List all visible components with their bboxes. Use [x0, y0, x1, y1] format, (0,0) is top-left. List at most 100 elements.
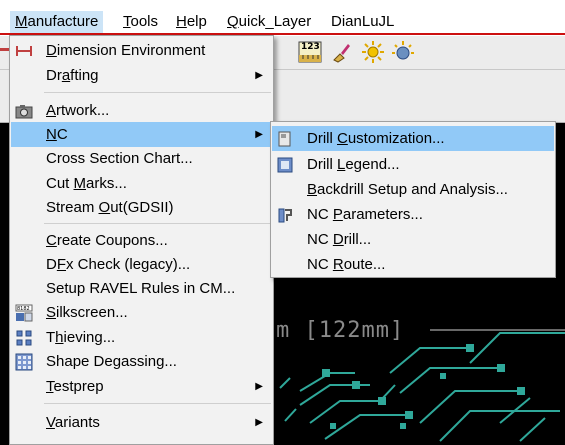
label-post: oute... [343, 256, 386, 273]
label-pre: D [46, 256, 57, 273]
menu-item-testprep[interactable]: Testprep ▶ [11, 374, 272, 399]
label-pre: Cross Section Chart... [46, 150, 193, 167]
label-pre: Cut [46, 175, 74, 192]
label-pre: Stream [46, 199, 99, 216]
menu-item-dfx-check[interactable]: DFx Check (legacy)... [11, 252, 272, 277]
label-mnemonic: D [46, 42, 57, 59]
menu-item-thieving[interactable]: Thieving... [11, 325, 272, 350]
label-mnemonic: S [46, 304, 57, 321]
menu-separator [44, 223, 271, 224]
menu-item-artwork[interactable]: Artwork... [11, 98, 272, 123]
dimension-icon [16, 46, 32, 56]
menu-item-shape-degassing[interactable]: Shape Degassing... [11, 349, 272, 374]
label-post: estprep [53, 378, 104, 395]
menu-manufacture-label: anufacture [27, 13, 99, 30]
menu-item-stream-out[interactable]: Stream Out(GDSII) [11, 195, 272, 220]
menu-item-create-coupons[interactable]: Create Coupons... [11, 228, 272, 253]
submenu-arrow-icon: ▶ [255, 70, 263, 81]
ruler-text: 123 [301, 42, 320, 52]
label-pre: Setup RAVEL Rules in CM... [46, 280, 236, 297]
gear-sun-icon[interactable] [392, 41, 414, 63]
menu-item-cross-section-chart[interactable]: Cross Section Chart... [11, 146, 272, 171]
menu-item-backdrill-setup[interactable]: Backdrill Setup and Analysis... [272, 177, 554, 202]
menu-tools[interactable]: Tools [118, 11, 163, 33]
label-mnemonic: C [337, 130, 348, 147]
menu-item-drafting[interactable]: Drafting ▶ [11, 63, 272, 88]
menu-quick-layer-label: uick_Layer [238, 13, 312, 30]
nc-submenu: Drill Customization... Drill Legend... B… [270, 121, 556, 278]
label-mnemonic: h [55, 329, 64, 346]
label-post: ackdrill Setup and Analysis... [317, 181, 508, 198]
label-post: ilkscreen... [56, 304, 128, 321]
dimension-annotation: m [122mm] [276, 318, 405, 343]
label-post: rill... [343, 231, 372, 248]
submenu-arrow-icon: ▶ [255, 129, 263, 140]
label-post: x Check (legacy)... [66, 256, 191, 273]
sun-icon[interactable] [362, 41, 384, 63]
menu-manufacture-mnemonic: M [15, 13, 28, 30]
label-post: ustomization... [347, 130, 445, 147]
menu-item-dimension-environment[interactable]: Dimension Environment [11, 38, 272, 63]
menu-quick-layer-mnemonic: Q [227, 13, 239, 30]
menu-item-nc-route[interactable]: NC Route... [272, 252, 554, 277]
label-mnemonic: O [98, 199, 111, 216]
label-mnemonic: A [46, 102, 57, 119]
menu-tools-label: ools [130, 13, 159, 30]
menu-help-label: elp [186, 13, 207, 30]
label-post: C [56, 126, 68, 143]
label-post: imension Environment [56, 42, 206, 59]
menu-item-nc[interactable]: NC ▶ [11, 122, 272, 147]
label-post: reate Coupons... [56, 232, 168, 249]
menu-dianlujl-label: DianLuJL [331, 13, 395, 30]
menu-quick-layer[interactable]: Quick_Layer [222, 11, 316, 33]
label-post: ut(GDSII) [110, 199, 174, 216]
silkscreen-icon: 8182 [15, 304, 33, 322]
label-pre: T [46, 329, 56, 346]
label-mnemonic: D [332, 231, 344, 248]
label-pre: NC [307, 256, 333, 273]
menu-item-drill-legend[interactable]: Drill Legend... [272, 152, 554, 177]
drill-legend-icon [277, 157, 293, 173]
label-post: rtwork... [56, 102, 110, 119]
menu-item-setup-ravel-rules[interactable]: Setup RAVEL Rules in CM... [11, 276, 272, 301]
label-mnemonic: N [46, 126, 57, 143]
camera-icon [15, 105, 33, 119]
menu-separator [44, 403, 271, 404]
label-pre: Dr [46, 67, 62, 84]
label-mnemonic: P [332, 206, 343, 223]
label-pre: Shape Degassing... [46, 353, 177, 370]
label-post: ieving... [63, 329, 116, 346]
menu-item-variants[interactable]: Variants ▶ [11, 410, 272, 435]
label-mnemonic: B [307, 181, 318, 198]
label-pre: NC [307, 206, 333, 223]
menu-help-mnemonic: H [176, 13, 187, 30]
submenu-arrow-icon: ▶ [255, 417, 263, 428]
brush-icon[interactable] [330, 41, 352, 63]
menu-item-silkscreen[interactable]: 8182 Silkscreen... [11, 300, 272, 325]
menu-item-drill-customization[interactable]: Drill Customization... [272, 126, 554, 151]
menu-tools-mnemonic: T [123, 13, 131, 30]
label-pre: Drill [307, 156, 337, 173]
menu-dianlujl[interactable]: DianLuJL [326, 11, 399, 33]
menu-manufacture[interactable]: Manufacture [10, 11, 104, 33]
label-pre: Drill [307, 130, 337, 147]
label-mnemonic: F [56, 256, 67, 273]
label-post: ariants [54, 414, 100, 431]
thieving-icon [16, 330, 32, 346]
label-mnemonic: R [332, 256, 344, 273]
label-post: arks... [86, 175, 127, 192]
label-post: fting [70, 67, 99, 84]
label-mnemonic: a [61, 67, 71, 84]
menu-item-nc-drill[interactable]: NC Drill... [272, 227, 554, 252]
menu-help[interactable]: Help [171, 11, 212, 33]
menu-item-nc-parameters[interactable]: NC Parameters... [272, 202, 554, 227]
label-pre: NC [307, 231, 333, 248]
label-post: arameters... [342, 206, 423, 223]
drill-customization-icon [278, 131, 291, 147]
label-mnemonic: T [46, 378, 54, 395]
degassing-icon [15, 353, 33, 371]
ruler-123-icon[interactable]: 123 [298, 41, 322, 63]
label-post: egend... [345, 156, 400, 173]
manufacture-menu: Dimension Environment Drafting ▶ Artwork… [9, 35, 274, 445]
menu-item-cut-marks[interactable]: Cut Marks... [11, 171, 272, 196]
